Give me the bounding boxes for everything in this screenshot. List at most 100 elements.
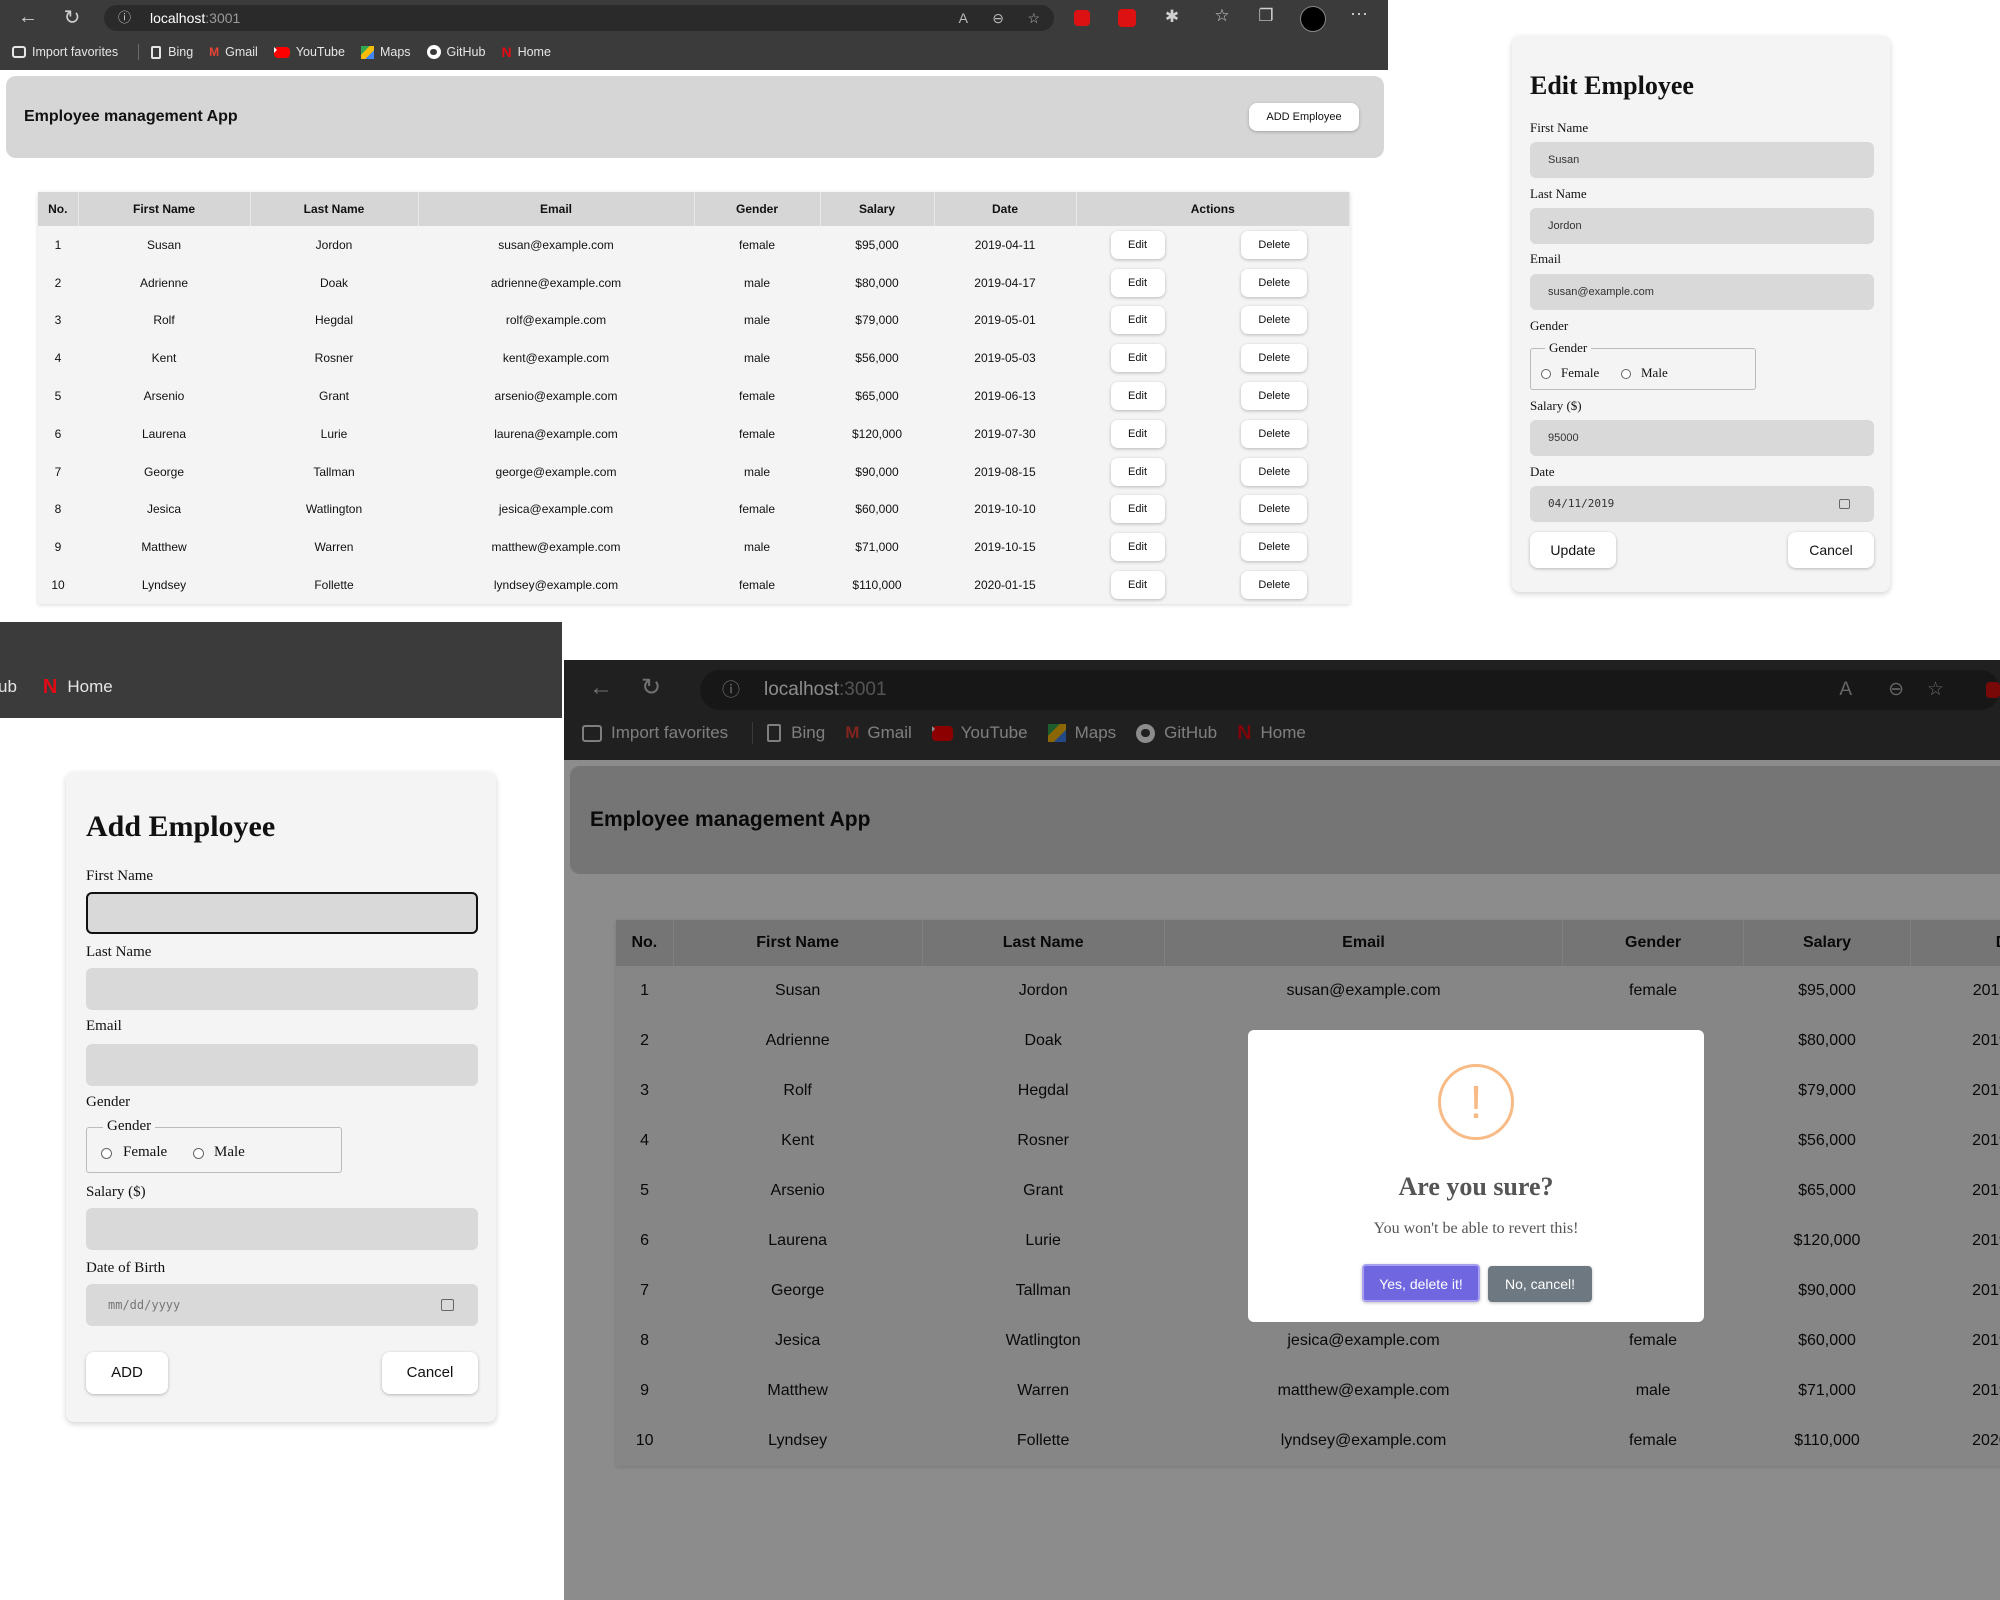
confirm-delete-button[interactable]: Yes, delete it! [1362, 1264, 1480, 1302]
action-cell: Delete [1199, 226, 1349, 264]
edit-button[interactable]: Edit [1110, 457, 1165, 486]
table-cell: male [743, 275, 770, 290]
edit-button[interactable]: Edit [1110, 419, 1165, 448]
table-cell: 2019-10-10 [974, 502, 1036, 517]
table-row: 3 Rolf Hegdal rolf@example.com male $79,000 20… [38, 302, 1350, 340]
date-field[interactable]: 04/11/2019 [1530, 486, 1874, 522]
more-menu-icon[interactable]: ⋯ [1346, 4, 1372, 25]
table-cell: Warren [314, 540, 354, 555]
bookmark-bing[interactable]: Bing [151, 45, 193, 59]
delete-button[interactable]: Delete [1241, 571, 1308, 600]
dob-field[interactable]: mm/dd/yyyy [86, 1284, 478, 1326]
cancel-delete-button[interactable]: No, cancel! [1488, 1266, 1592, 1302]
female-label: Female [123, 1144, 168, 1160]
refresh-icon[interactable]: ↻ [58, 5, 86, 30]
bookmark-github[interactable]: GitHub [426, 45, 485, 59]
info-icon[interactable]: ⓘ [118, 5, 131, 31]
gender-legend: Gender [1545, 340, 1592, 356]
bookmark-maps[interactable]: Maps [360, 45, 411, 59]
delete-button[interactable]: Delete [1241, 419, 1308, 448]
delete-button[interactable]: Delete [1241, 382, 1308, 411]
delete-button[interactable]: Delete [1241, 533, 1308, 562]
delete-button[interactable]: Delete [1241, 457, 1308, 486]
collections-icon[interactable]: ❐ [1254, 6, 1278, 26]
delete-button[interactable]: Delete [1241, 230, 1308, 259]
table-cell: 3 [54, 313, 62, 328]
edit-button[interactable]: Edit [1110, 382, 1165, 411]
dob-label: Date of Birth [86, 1260, 166, 1276]
male-radio[interactable] [193, 1148, 204, 1159]
table-cell: 5 [54, 389, 62, 404]
gender-fieldset: Gender Female Male [86, 1118, 342, 1173]
action-cell: Edit [1076, 377, 1199, 415]
cancel-button[interactable]: Cancel [1788, 532, 1874, 568]
edit-button[interactable]: Edit [1110, 533, 1165, 562]
column-header: Salary [820, 192, 935, 226]
calendar-icon[interactable] [1839, 499, 1850, 509]
table-cell: female [738, 426, 776, 441]
action-cell: Edit [1076, 491, 1199, 529]
browser-window-add: ub N Home Add Employee First Name Last Na… [0, 622, 562, 1600]
import-icon [12, 46, 26, 58]
table-cell: female [738, 578, 776, 593]
bookmark-home[interactable]: N Home [501, 44, 550, 60]
edit-button[interactable]: Edit [1110, 230, 1165, 259]
edit-button[interactable]: Edit [1110, 306, 1165, 335]
table-cell: $120,000 [851, 426, 903, 441]
extensions-puzzle-icon[interactable]: ✱ [1160, 7, 1184, 27]
table-cell: $95,000 [855, 237, 899, 252]
bookmark-home[interactable]: N Home [43, 676, 113, 699]
add-button[interactable]: ADD [86, 1352, 168, 1394]
delete-button[interactable]: Delete [1241, 306, 1308, 335]
email-field[interactable]: susan@example.com [1530, 274, 1874, 310]
browser-window-delete: ← ↻ ⓘ localhost:3001 A ⊖ ☆ Import favori… [564, 660, 2000, 1600]
last-name-field[interactable]: Jordon [1530, 208, 1874, 244]
bookmark-import[interactable]: Import favorites [12, 45, 118, 59]
table-cell: $110,000 [852, 578, 902, 593]
delete-button[interactable]: Delete [1241, 268, 1308, 297]
cancel-button[interactable]: Cancel [382, 1352, 478, 1394]
address-bar[interactable]: ⓘ localhost:3001 A ⊖ ☆ [104, 5, 1054, 31]
add-employee-button[interactable]: ADD Employee [1249, 103, 1359, 131]
favorites-icon[interactable]: ☆ [1210, 6, 1234, 26]
female-radio[interactable] [101, 1148, 112, 1159]
table-row: 8 Jesica Watlington jesica@example.com femal… [38, 491, 1350, 529]
action-cell: Delete [1199, 377, 1349, 415]
browser-window-main: ← ↻ ⓘ localhost:3001 A ⊖ ☆ ✱ ☆ ❐ ⋯ Impor… [0, 0, 1388, 620]
last-name-field[interactable] [86, 968, 478, 1010]
action-cell: Edit [1076, 226, 1199, 264]
edit-button[interactable]: Edit [1110, 344, 1165, 373]
table-cell: $79,000 [855, 313, 899, 328]
bookmark-label: Home [67, 677, 113, 696]
favorite-star-icon[interactable]: ☆ [1027, 5, 1040, 31]
delete-button[interactable]: Delete [1241, 495, 1308, 524]
delete-button[interactable]: Delete [1241, 344, 1308, 373]
salary-field[interactable]: 95000 [1530, 420, 1874, 456]
profile-avatar[interactable] [1300, 6, 1326, 32]
calendar-icon[interactable] [441, 1299, 454, 1311]
edit-button[interactable]: Edit [1110, 571, 1165, 600]
email-field[interactable] [86, 1044, 478, 1086]
table-cell: matthew@example.com [491, 540, 621, 555]
salary-field[interactable] [86, 1208, 478, 1250]
update-button[interactable]: Update [1530, 532, 1616, 568]
read-aloud-icon[interactable]: A [959, 5, 968, 31]
extension-icon[interactable] [1074, 10, 1090, 26]
action-cell: Edit [1076, 302, 1199, 340]
back-icon[interactable]: ← [14, 6, 42, 29]
male-radio[interactable] [1621, 369, 1631, 379]
bookmark-youtube[interactable]: YouTube [273, 45, 345, 59]
edit-button[interactable]: Edit [1110, 495, 1165, 524]
gender-label: Gender [86, 1094, 131, 1110]
edit-form-title: Edit Employee [1530, 71, 1694, 100]
extension-icon[interactable] [1118, 9, 1136, 27]
edit-button[interactable]: Edit [1110, 268, 1165, 297]
table-cell: Grant [318, 389, 349, 404]
first-name-field[interactable]: Susan [1530, 142, 1874, 178]
bookmark-gmail[interactable]: M Gmail [209, 45, 258, 59]
zoom-out-icon[interactable]: ⊖ [992, 5, 1004, 31]
first-name-field[interactable] [86, 892, 478, 934]
table-cell: 2019-04-17 [974, 275, 1036, 290]
female-radio[interactable] [1541, 369, 1551, 379]
salary-label: Salary ($) [86, 1184, 146, 1200]
